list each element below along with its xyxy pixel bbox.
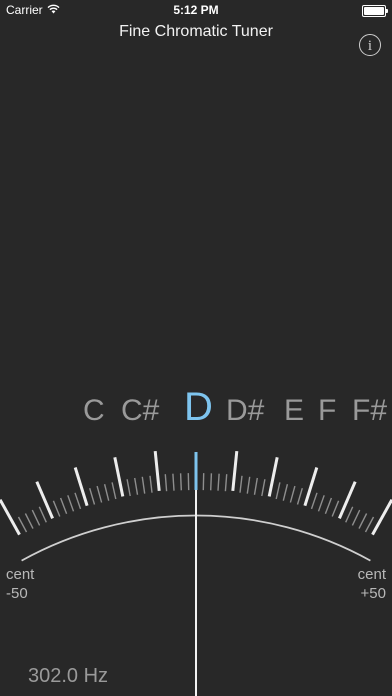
cent-min-value: -50: [6, 585, 28, 602]
minor-tick: [38, 506, 47, 523]
minor-tick: [345, 506, 354, 523]
major-tick: [371, 498, 392, 536]
minor-tick: [351, 509, 361, 526]
minor-tick: [324, 497, 333, 515]
minor-tick: [164, 474, 168, 492]
minor-tick: [310, 492, 318, 510]
minor-tick: [246, 476, 251, 494]
major-tick: [35, 481, 54, 519]
minor-tick: [358, 513, 368, 529]
major-tick: [113, 456, 125, 497]
minor-tick: [331, 500, 340, 517]
minor-tick: [239, 475, 243, 493]
major-tick: [231, 450, 239, 492]
minor-tick: [134, 477, 139, 495]
minor-tick: [103, 484, 110, 501]
major-tick: [153, 450, 161, 492]
minor-tick: [282, 484, 289, 501]
cent-min-unit: cent: [6, 566, 35, 583]
minor-tick: [67, 495, 75, 512]
cent-max-label: cent +50: [358, 565, 386, 603]
minor-tick: [296, 488, 303, 505]
cent-max-value: +50: [360, 585, 386, 602]
minor-tick: [217, 473, 220, 491]
minor-tick: [111, 482, 117, 500]
major-tick: [267, 456, 279, 497]
minor-tick: [59, 497, 68, 515]
frequency-readout: 302.0 Hz: [28, 665, 109, 687]
minor-tick: [126, 479, 131, 497]
cent-min-label: cent -50: [6, 565, 34, 603]
minor-tick: [289, 485, 296, 503]
minor-tick: [275, 482, 281, 500]
minor-tick: [24, 513, 34, 529]
minor-tick: [253, 477, 258, 495]
cent-meter: [0, 450, 392, 696]
minor-tick: [74, 492, 82, 510]
minor-tick: [364, 516, 375, 533]
minor-tick: [224, 474, 228, 492]
minor-tick: [179, 473, 182, 491]
minor-tick: [149, 475, 153, 493]
minor-tick: [317, 495, 325, 512]
minor-tick: [52, 500, 61, 517]
major-tick: [338, 481, 357, 519]
major-tick: [0, 498, 21, 536]
minor-tick: [89, 488, 96, 505]
cent-max-unit: cent: [357, 566, 386, 583]
minor-tick: [96, 485, 103, 503]
minor-tick: [141, 476, 146, 494]
minor-tick: [17, 516, 28, 533]
minor-tick: [31, 509, 41, 526]
minor-tick: [210, 473, 213, 491]
minor-tick: [261, 479, 266, 497]
minor-tick: [172, 473, 175, 491]
